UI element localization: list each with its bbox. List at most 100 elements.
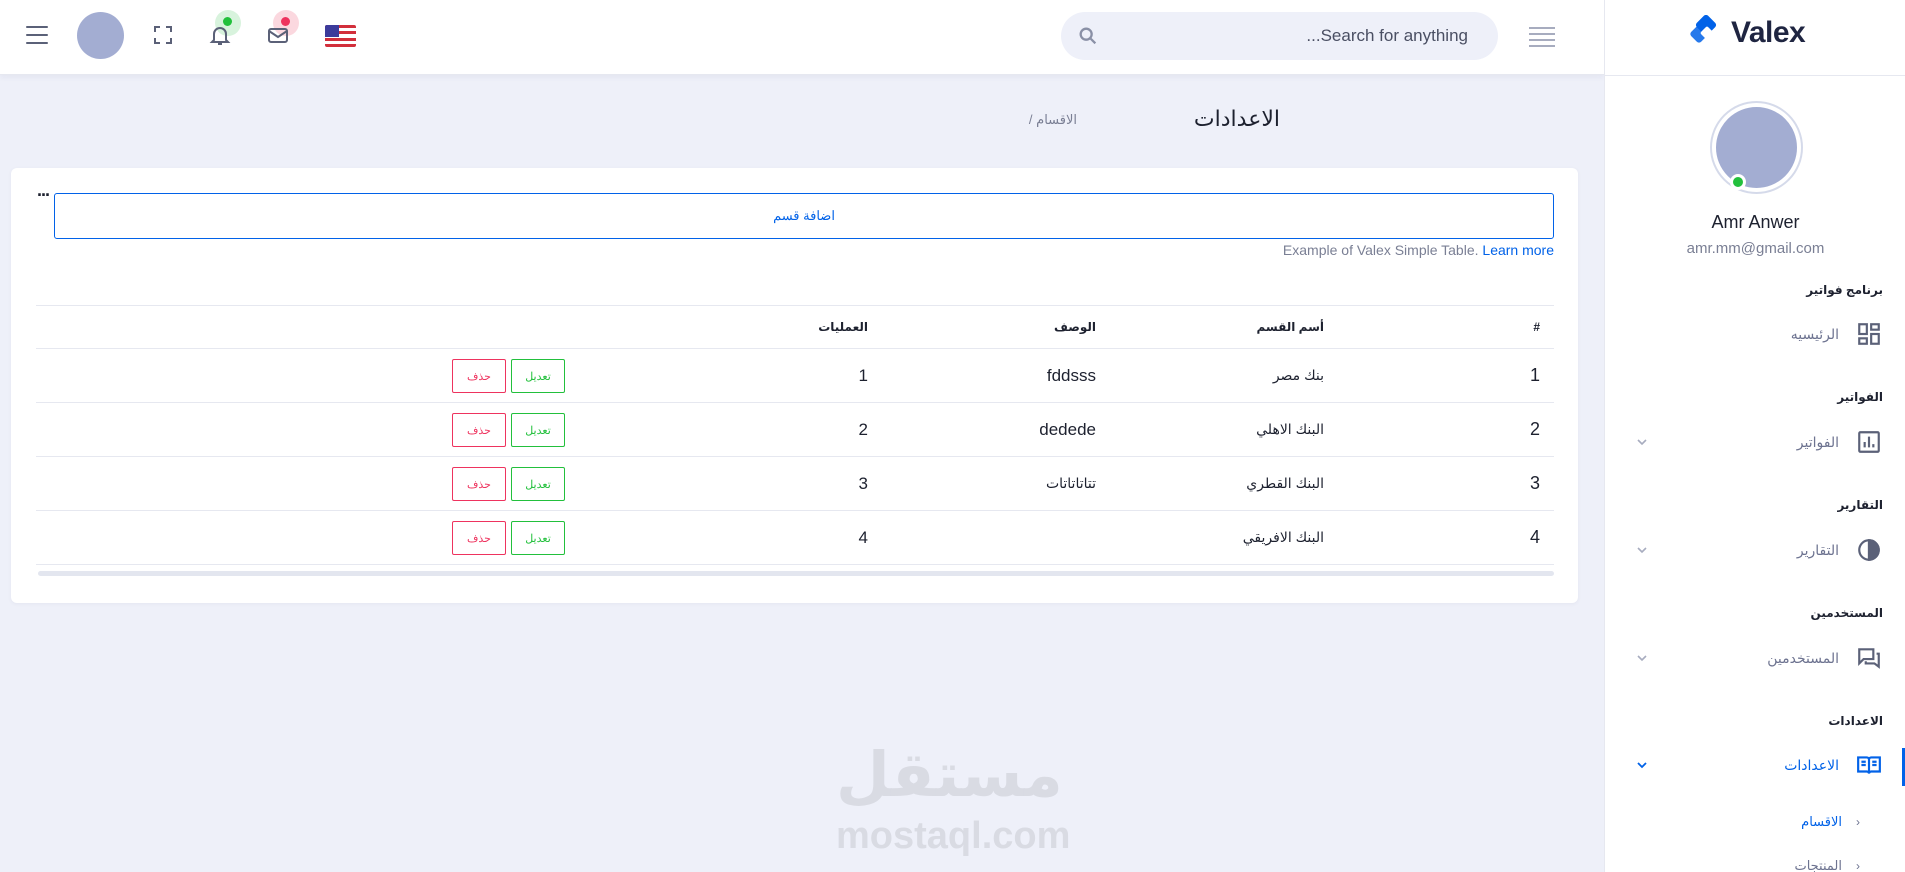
pie-chart-icon (1858, 539, 1880, 561)
edit-button[interactable]: تعديل (511, 467, 565, 501)
row-description: تتاتاتاتات (868, 456, 1096, 511)
column-header-operations: العمليات (36, 305, 868, 349)
sidebar-item-label: التقارير (1796, 541, 1839, 558)
row-name: البنك القطري (1096, 456, 1324, 511)
column-header-name: أسم القسم (1096, 305, 1324, 349)
chevron-down-icon (1637, 547, 1647, 554)
edit-button[interactable]: تعديل (511, 359, 565, 393)
add-department-button[interactable]: اضافة قسم (54, 193, 1554, 239)
column-header-description: الوصف (868, 305, 1096, 349)
sidebar-item-label: الفواتير (1796, 433, 1839, 450)
section-title-invoices: الفواتير (1837, 390, 1883, 404)
brand-logo[interactable]: Valex (1689, 14, 1806, 51)
online-status-dot (1730, 174, 1746, 190)
edit-button[interactable]: تعديل (511, 521, 565, 555)
sidebar-item-reports[interactable]: التقارير (1605, 530, 1905, 570)
menu-icon[interactable] (26, 26, 48, 44)
bell-icon[interactable] (205, 10, 241, 50)
notification-badge (223, 17, 232, 26)
page-title: الاعدادات (1193, 106, 1280, 131)
align-icon[interactable] (1529, 27, 1555, 47)
watermark-arabic: مستقل (836, 741, 1063, 810)
row-op-value: 4 (858, 527, 868, 547)
row-operations: 4 حذف تعديل (36, 510, 868, 565)
row-description (868, 510, 1096, 565)
chevron-down-icon (1637, 439, 1647, 446)
section-title-reports: التقارير (1837, 498, 1883, 512)
row-name: البنك الاهلي (1096, 402, 1324, 457)
departments-table: # أسم القسم الوصف العمليات 1 بنك مصر fdd… (36, 305, 1554, 565)
row-description: fddsss (868, 348, 1096, 403)
row-name: بنك مصر (1096, 348, 1324, 403)
avatar[interactable] (77, 12, 124, 59)
sidebar-item-users[interactable]: المستخدمين (1605, 638, 1905, 678)
mail-icon[interactable] (263, 10, 299, 50)
section-title-settings: الاعدادات (1828, 714, 1883, 728)
note-text: Example of Valex Simple Table. (1282, 242, 1479, 258)
delete-button[interactable]: حذف (452, 521, 506, 555)
sidebar-item-label: الاعدادات (1784, 756, 1839, 773)
table-row: 3 البنك القطري تتاتاتاتات 3 حذف تعديل (36, 456, 1554, 511)
row-operations: 2 حذف تعديل (36, 402, 868, 457)
chat-icon (1858, 648, 1880, 669)
learn-more-link[interactable]: Learn more (1482, 242, 1554, 258)
row-number: 1 (1324, 348, 1554, 403)
table-row: 2 البنك الاهلي dedede 2 حذف تعديل (36, 402, 1554, 457)
row-description: dedede (868, 402, 1096, 457)
subitem-label: الاقسام (1801, 814, 1842, 829)
dashboard-icon (1858, 323, 1880, 345)
row-op-value: 3 (858, 473, 868, 493)
valex-logo-icon (1689, 14, 1725, 51)
sidebar-item-label: المستخدمين (1767, 649, 1839, 666)
table-row: 4 البنك الافريقي 4 حذف تعديل (36, 510, 1554, 565)
sidebar-item-home[interactable]: الرئيسيه (1605, 314, 1905, 354)
table-header-row: # أسم القسم الوصف العمليات (36, 305, 1554, 349)
chevron-right-icon: › (1856, 815, 1860, 829)
row-number: 4 (1324, 510, 1554, 565)
row-number: 3 (1324, 456, 1554, 511)
column-header-number: # (1324, 305, 1554, 349)
watermark-latin: mostaql.com (836, 815, 1071, 857)
book-icon (1857, 756, 1881, 774)
search-bar (1061, 12, 1498, 60)
profile-avatar[interactable] (1712, 103, 1801, 192)
chevron-down-icon (1637, 762, 1647, 769)
us-flag-icon[interactable] (325, 25, 356, 47)
sidebar-subitem-products[interactable]: المنتجات › (1794, 858, 1860, 872)
card-description: Example of Valex Simple Table. Learn mor… (1283, 242, 1554, 258)
sidebar-subitem-departments[interactable]: الاقسام › (1801, 814, 1860, 830)
chevron-right-icon: › (1856, 859, 1860, 872)
delete-button[interactable]: حذف (452, 413, 506, 447)
fullscreen-icon[interactable] (148, 20, 178, 50)
top-header (0, 0, 1604, 75)
brand-name: Valex (1731, 16, 1806, 49)
section-title-users: المستخدمين (1810, 606, 1883, 620)
row-op-value: 1 (858, 365, 868, 385)
section-title-app: برنامج فواتير (1806, 283, 1883, 297)
horizontal-scrollbar[interactable] (38, 571, 1554, 576)
breadcrumb[interactable]: / الاقسام (1029, 112, 1077, 128)
table-row: 1 بنك مصر fddsss 1 حذف تعديل (36, 348, 1554, 403)
subitem-label: المنتجات (1794, 858, 1842, 872)
more-options-icon[interactable]: ... (37, 180, 50, 201)
row-op-value: 2 (858, 419, 868, 439)
row-operations: 1 حذف تعديل (36, 348, 868, 403)
search-input[interactable] (1099, 26, 1468, 46)
search-icon[interactable] (1077, 25, 1099, 47)
chevron-down-icon (1637, 655, 1647, 662)
departments-card: ... اضافة قسم Example of Valex Simple Ta… (11, 168, 1578, 603)
sidebar-item-invoices[interactable]: الفواتير (1605, 422, 1905, 462)
mail-badge (281, 17, 290, 26)
profile-name: Amr Anwer (1711, 212, 1800, 232)
delete-button[interactable]: حذف (452, 467, 506, 501)
sidebar: Valex Amr Anwer amr.mm@gmail.com برنامج … (1604, 0, 1905, 872)
edit-button[interactable]: تعديل (511, 413, 565, 447)
delete-button[interactable]: حذف (452, 359, 506, 393)
profile-email: amr.mm@gmail.com (1686, 240, 1825, 257)
sidebar-item-label: الرئيسيه (1790, 325, 1839, 342)
row-number: 2 (1324, 402, 1554, 457)
row-operations: 3 حذف تعديل (36, 456, 868, 511)
bar-chart-icon (1858, 431, 1880, 453)
sidebar-item-settings[interactable]: الاعدادات (1605, 745, 1905, 785)
row-name: البنك الافريقي (1096, 510, 1324, 565)
